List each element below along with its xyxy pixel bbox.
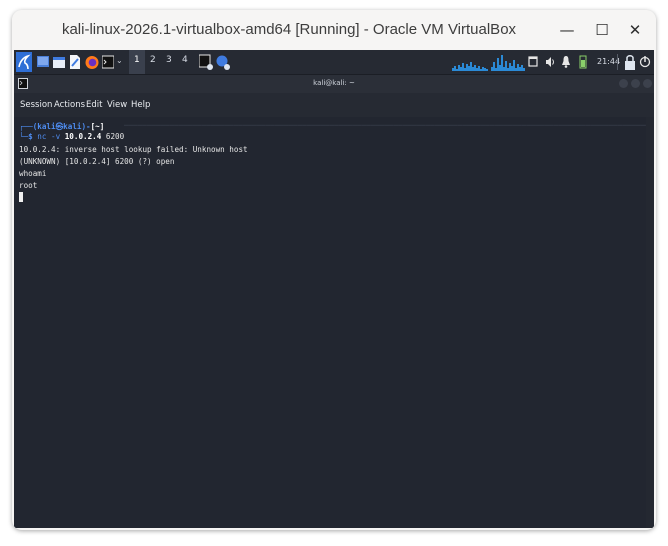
output-line-1: 10.0.2.4: inverse host lookup failed: Un… bbox=[19, 145, 248, 154]
terminal-icon[interactable] bbox=[102, 54, 114, 70]
terminal-task-icon[interactable] bbox=[199, 54, 213, 70]
prompt-dir: [~] bbox=[90, 122, 105, 131]
kali-menu-icon[interactable] bbox=[16, 52, 32, 72]
prompt-line-2: └─$ nc -v 10.0.2.4 6200 bbox=[19, 132, 125, 141]
notifications-icon[interactable] bbox=[561, 54, 571, 70]
menu-view[interactable]: View bbox=[107, 100, 127, 110]
terminal-minimize-button[interactable] bbox=[619, 79, 628, 88]
firefox-icon[interactable] bbox=[85, 54, 99, 70]
virtualbox-window: kali-linux-2026.1-virtualbox-amd64 [Runn… bbox=[12, 10, 656, 530]
workspace-3[interactable]: 3 bbox=[166, 55, 172, 65]
workspace-2[interactable]: 2 bbox=[150, 55, 156, 65]
command-host: 10.0.2.4 bbox=[64, 132, 102, 141]
menu-help[interactable]: Help bbox=[131, 100, 150, 110]
chevron-down-icon[interactable]: ⌄ bbox=[116, 56, 123, 65]
workspace-4[interactable]: 4 bbox=[182, 55, 188, 65]
top-panel: ⌄ 1 2 3 4 21:44 bbox=[14, 50, 654, 75]
command-port: 6200 bbox=[101, 132, 125, 141]
desktop-icon[interactable] bbox=[37, 54, 49, 70]
battery-icon bbox=[579, 55, 587, 69]
panel-separator bbox=[617, 54, 618, 70]
terminal-menubar: Session Actions Edit View Help bbox=[14, 93, 654, 117]
lock-screen-icon[interactable] bbox=[623, 53, 637, 71]
power-icon[interactable] bbox=[639, 54, 651, 70]
terminal-maximize-button[interactable] bbox=[631, 79, 640, 88]
ghost-text: ━━━━━━━━━━━━━━━━━━━━━━━━━━━━━━━━━━━━━━━━… bbox=[124, 121, 654, 130]
workspace-1[interactable]: 1 bbox=[134, 55, 140, 65]
terminal-output-area[interactable]: ━━━━━━━━━━━━━━━━━━━━━━━━━━━━━━━━━━━━━━━━… bbox=[14, 117, 654, 528]
menu-edit[interactable]: Edit bbox=[86, 100, 102, 110]
window-titlebar[interactable]: kali-linux-2026.1-virtualbox-amd64 [Runn… bbox=[12, 10, 656, 50]
output-line-2: (UNKNOWN) [10.0.2.4] 6200 (?) open bbox=[19, 157, 175, 166]
terminal-close-button[interactable] bbox=[643, 79, 652, 88]
prompt-line-1: ┌──(kali㉿kali)-[~] bbox=[19, 122, 105, 131]
network-graph-icon bbox=[491, 55, 525, 71]
text-editor-icon[interactable] bbox=[69, 54, 81, 70]
output-line-4: root bbox=[19, 181, 38, 190]
menu-session[interactable]: Session bbox=[20, 100, 52, 110]
command-text: nc -v bbox=[37, 132, 65, 141]
cpu-graph-icon bbox=[452, 62, 488, 71]
output-line-3: whoami bbox=[19, 169, 47, 178]
terminal-title: kali@kali: ~ bbox=[313, 79, 355, 87]
prompt-user: (kali㉿kali) bbox=[32, 122, 87, 131]
minimize-button[interactable]: — bbox=[554, 18, 580, 42]
maximize-button[interactable]: ☐ bbox=[589, 18, 615, 42]
files-icon[interactable] bbox=[53, 54, 65, 70]
terminal-titlebar[interactable]: kali@kali: ~ bbox=[14, 75, 654, 93]
text-cursor bbox=[19, 192, 23, 202]
window-icon[interactable] bbox=[528, 54, 538, 70]
virtualbox-task-icon[interactable] bbox=[216, 54, 230, 70]
volume-icon[interactable] bbox=[545, 54, 555, 70]
window-title: kali-linux-2026.1-virtualbox-amd64 [Runn… bbox=[61, 21, 517, 38]
close-button[interactable]: ✕ bbox=[622, 18, 648, 42]
terminal-scrollbar[interactable] bbox=[646, 117, 654, 528]
menu-actions[interactable]: Actions bbox=[54, 100, 85, 110]
vm-screen[interactable]: ⌄ 1 2 3 4 21:44 kali@kali: ~ Session Act… bbox=[14, 50, 654, 528]
